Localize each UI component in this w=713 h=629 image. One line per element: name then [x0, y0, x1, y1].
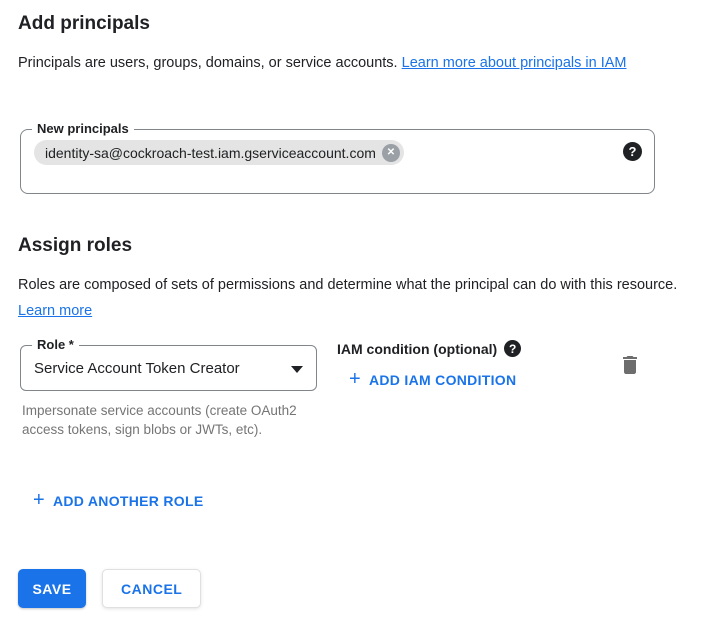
- delete-role-button[interactable]: [616, 351, 644, 379]
- add-iam-condition-label: ADD IAM CONDITION: [369, 372, 516, 388]
- save-button[interactable]: SAVE: [18, 569, 86, 608]
- page-title: Add principals: [18, 12, 150, 36]
- chevron-down-icon: [291, 366, 303, 373]
- add-iam-condition-button[interactable]: + ADD IAM CONDITION: [349, 371, 516, 389]
- iam-condition-help-icon[interactable]: ?: [504, 340, 521, 357]
- principal-chip-text: identity-sa@cockroach-test.iam.gservicea…: [45, 145, 376, 161]
- iam-condition-label: IAM condition (optional) ?: [337, 340, 521, 357]
- plus-icon: +: [33, 490, 45, 510]
- new-principals-help-icon[interactable]: ?: [623, 142, 642, 161]
- iam-condition-label-text: IAM condition (optional): [337, 341, 497, 357]
- new-principals-field[interactable]: New principals identity-sa@cockroach-tes…: [20, 129, 655, 194]
- principals-description-text: Principals are users, groups, domains, o…: [18, 55, 402, 71]
- add-another-role-label: ADD ANOTHER ROLE: [53, 493, 204, 509]
- plus-icon: +: [349, 369, 361, 389]
- new-principals-label: New principals: [32, 121, 134, 137]
- learn-more-principals-link[interactable]: Learn more about principals in IAM: [402, 55, 627, 71]
- role-select[interactable]: Role * Service Account Token Creator: [20, 345, 317, 391]
- principals-description: Principals are users, groups, domains, o…: [18, 50, 670, 76]
- role-helper-text: Impersonate service accounts (create OAu…: [22, 401, 318, 439]
- learn-more-roles-link[interactable]: Learn more: [18, 303, 92, 319]
- assign-roles-description: Roles are composed of sets of permission…: [18, 272, 678, 324]
- add-another-role-button[interactable]: + ADD ANOTHER ROLE: [33, 492, 204, 510]
- role-selected-value: Service Account Token Creator: [34, 346, 240, 390]
- assign-roles-title: Assign roles: [18, 234, 132, 258]
- cancel-button[interactable]: CANCEL: [102, 569, 201, 608]
- trash-icon: [618, 353, 642, 377]
- assign-roles-description-text: Roles are composed of sets of permission…: [18, 277, 677, 293]
- principal-chip: identity-sa@cockroach-test.iam.gservicea…: [34, 140, 404, 165]
- add-principals-panel: Add principals Principals are users, gro…: [0, 0, 713, 629]
- remove-principal-icon[interactable]: ✕: [382, 144, 400, 162]
